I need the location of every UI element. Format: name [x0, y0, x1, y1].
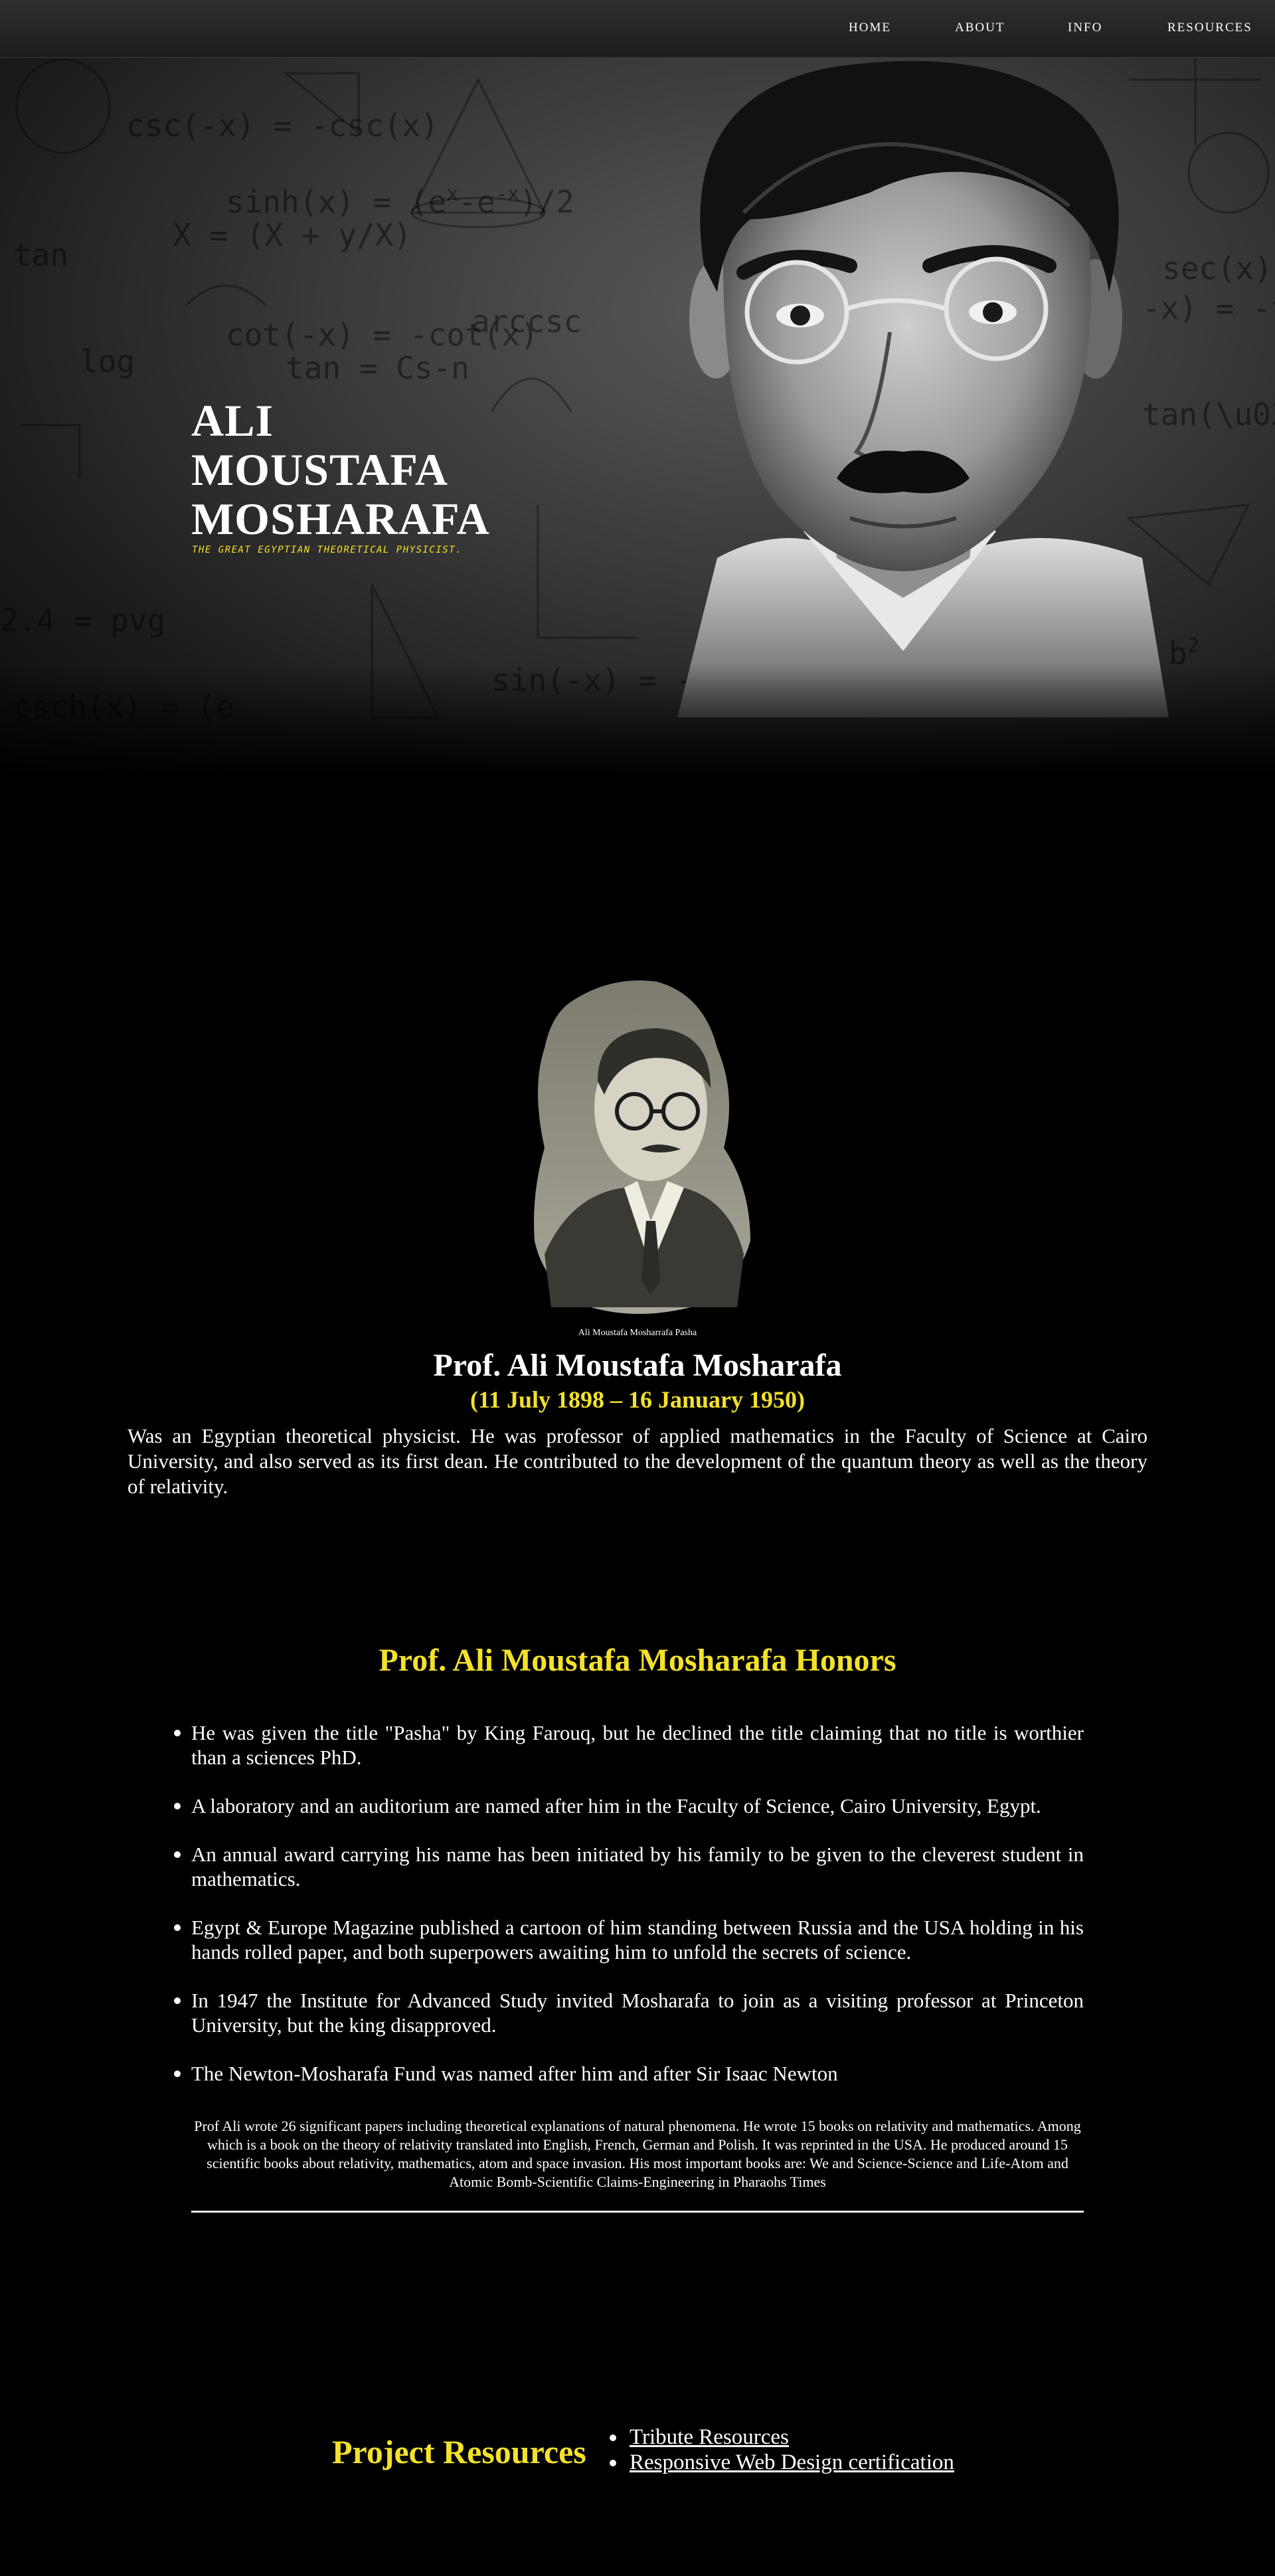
- bullet-icon: [174, 1997, 181, 2004]
- honors-list: He was given the title "Pasha" by King F…: [174, 1720, 1084, 2110]
- hero-title-line: ALI: [191, 395, 274, 446]
- svg-text:X = (X + y/X): X = (X + y/X): [173, 217, 412, 253]
- bullet-icon: [174, 1851, 181, 1858]
- honors-item-text: An annual award carrying his name has be…: [191, 1843, 1084, 1890]
- svg-text:2.4 = pvg: 2.4 = pvg: [0, 602, 165, 638]
- nav-link-info[interactable]: INFO: [1068, 21, 1102, 35]
- honors-list-item: In 1947 the Institute for Advanced Study…: [174, 1988, 1084, 2037]
- bullet-icon: [610, 2460, 616, 2466]
- honors-list-item: He was given the title "Pasha" by King F…: [174, 1720, 1084, 1770]
- nav-link-about[interactable]: ABOUT: [955, 21, 1005, 35]
- resources-heading: Project Resources: [332, 2433, 586, 2470]
- honors-summary-note: Prof Ali wrote 26 significant papers inc…: [194, 2118, 1081, 2190]
- link-tribute-resources[interactable]: Tribute Resources: [630, 2425, 789, 2449]
- bio-photo-caption: Ali Moustafa Mosharrafa Pasha: [578, 1328, 697, 1338]
- top-navigation-bar: HOME ABOUT INFO RESOURCES: [0, 0, 1275, 58]
- portrait-illustration: [677, 60, 1169, 717]
- hero-title: ALI MOUSTAFA MOSHARAFA: [191, 396, 490, 543]
- bio-dates: (11 July 1898 – 16 January 1950): [469, 1386, 806, 1413]
- svg-text:sec(x): sec(x): [1162, 250, 1272, 286]
- honors-item-text: He was given the title "Pasha" by King F…: [191, 1721, 1084, 1769]
- bio-photo: [534, 980, 750, 1314]
- bullet-icon: [174, 1730, 181, 1736]
- bullet-icon: [610, 2435, 616, 2441]
- svg-text:sinh(x) = (ex-e-x)/2: sinh(x) = (ex-e-x)/2: [226, 183, 574, 220]
- bullet-icon: [174, 1803, 181, 1809]
- link-responsive-web-design-certification[interactable]: Responsive Web Design certification: [630, 2450, 954, 2474]
- hero-title-line: MOUSTAFA: [191, 444, 449, 495]
- honors-item-text: The Newton-Mosharafa Fund was named afte…: [191, 2062, 838, 2085]
- bio-description: Was an Egyptian theoretical physicist. H…: [128, 1424, 1148, 1498]
- hero-bottom-fade: [0, 664, 1275, 777]
- hero-section: csc(-x) = -csc(x) sinh(x) = (ex-e-x)/2 X…: [0, 0, 1275, 777]
- nav-link-home[interactable]: HOME: [849, 21, 891, 35]
- svg-text:arccsc: arccsc: [471, 304, 582, 339]
- section-divider: [191, 2211, 1084, 2213]
- honors-item-text: A laboratory and an auditorium are named…: [191, 1794, 1041, 1817]
- svg-text:log: log: [80, 343, 135, 379]
- resources-list-item: Responsive Web Design certification: [610, 2450, 954, 2475]
- hero-subtitle: THE GREAT EGYPTIAN THEORETICAL PHYSICIST…: [192, 545, 463, 555]
- honors-item-text: Egypt & Europe Magazine published a cart…: [191, 1916, 1084, 1964]
- hero-title-line: MOSHARAFA: [191, 494, 490, 544]
- bullet-icon: [174, 1924, 181, 1931]
- resources-list: Tribute Resources Responsive Web Design …: [610, 2425, 954, 2475]
- bio-name-heading: Prof. Ali Moustafa Mosharafa: [433, 1348, 842, 1383]
- svg-text:tan = Cs-n: tan = Cs-n: [286, 350, 469, 386]
- honors-list-item: The Newton-Mosharafa Fund was named afte…: [174, 2061, 1084, 2086]
- svg-text:csc(-x) = -csc(x): csc(-x) = -csc(x): [126, 108, 439, 143]
- bullet-icon: [174, 2070, 181, 2077]
- nav-link-resources[interactable]: RESOURCES: [1167, 21, 1252, 35]
- svg-text:tan: tan: [13, 237, 68, 273]
- honors-list-item: Egypt & Europe Magazine published a cart…: [174, 1915, 1084, 1964]
- resources-list-item: Tribute Resources: [610, 2425, 954, 2450]
- honors-list-item: A laboratory and an auditorium are named…: [174, 1794, 1084, 1818]
- honors-heading: Prof. Ali Moustafa Mosharafa Honors: [379, 1643, 896, 1678]
- honors-list-item: An annual award carrying his name has be…: [174, 1842, 1084, 1891]
- honors-item-text: In 1947 the Institute for Advanced Study…: [191, 1989, 1084, 2037]
